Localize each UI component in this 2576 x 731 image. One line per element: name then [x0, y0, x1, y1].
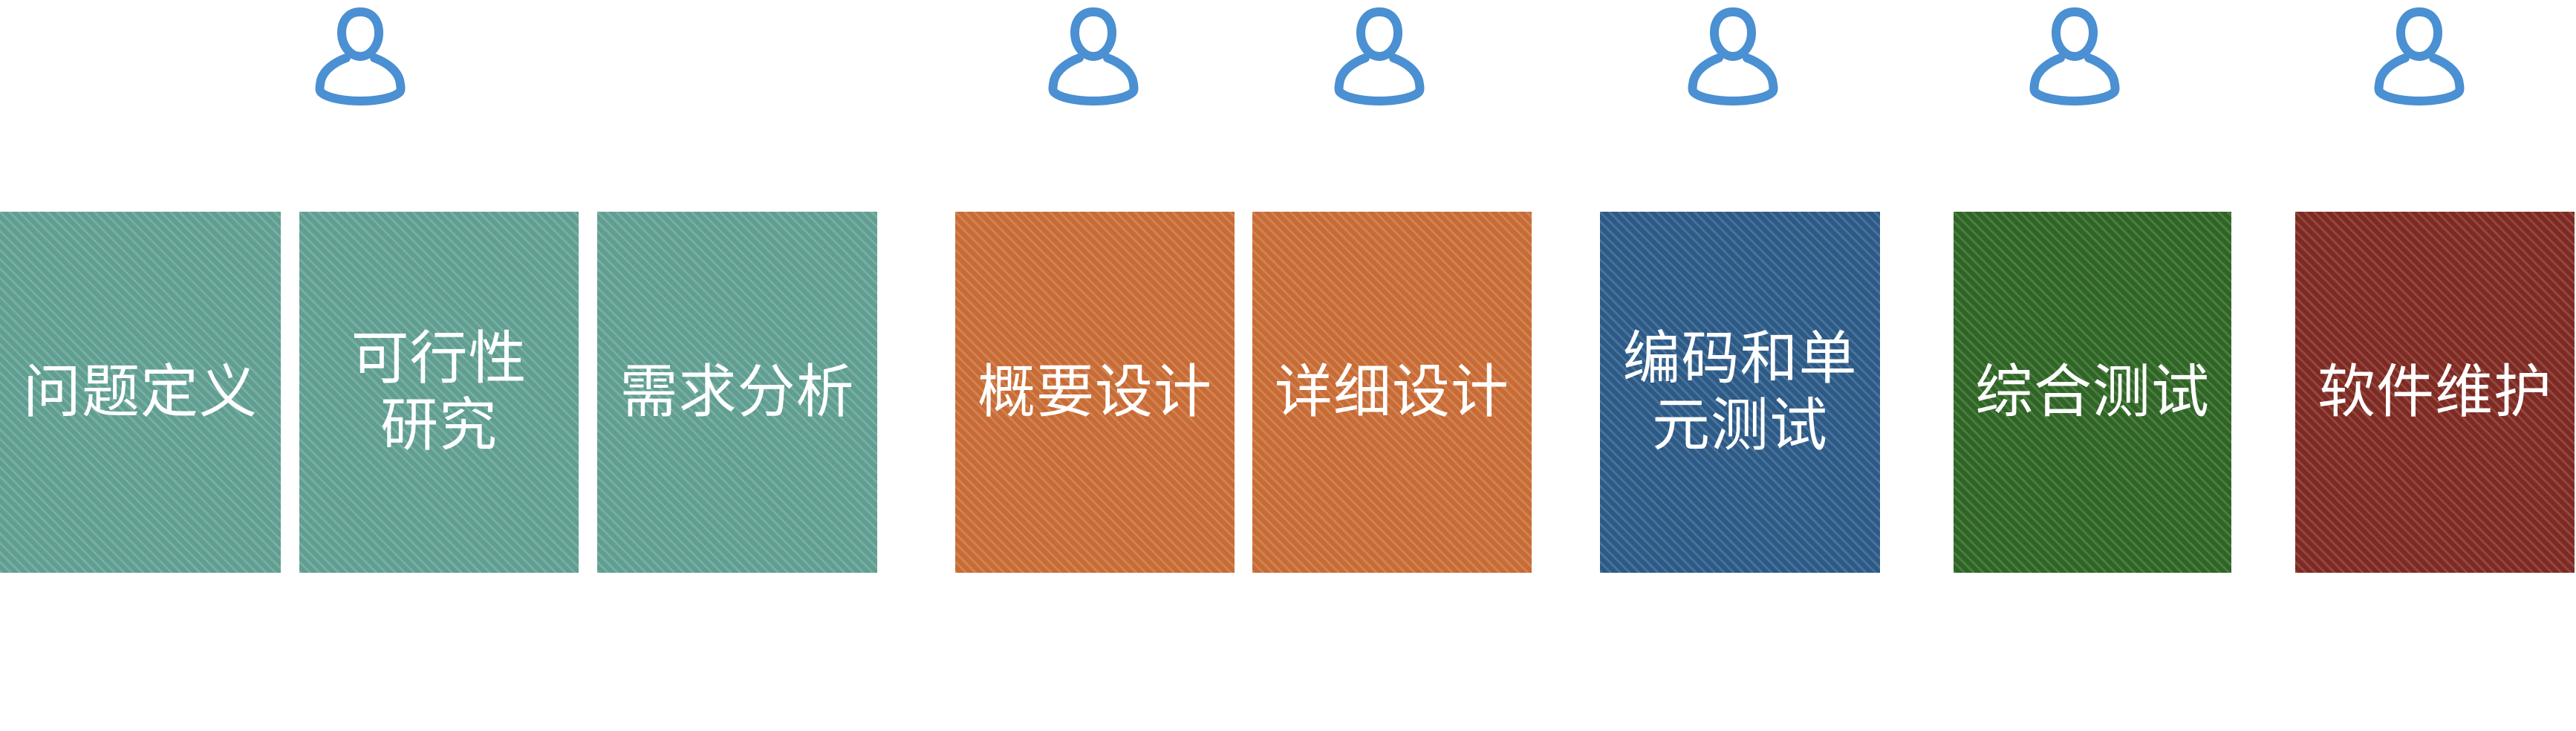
- stage-label: 可行性研究: [351, 325, 527, 459]
- stage-requirements-analysis: 需求分析: [597, 212, 877, 573]
- stage-label: 综合测试: [1974, 359, 2210, 426]
- stage-high-level-design: 概要设计: [955, 212, 1235, 573]
- stage-problem-definition: 问题定义: [0, 212, 281, 573]
- stage-integration-testing: 综合测试: [1954, 212, 2231, 573]
- person-icon: [1331, 3, 1428, 105]
- person-icon: [2371, 3, 2468, 105]
- stage-label: 编码和单元测试: [1622, 325, 1858, 459]
- stage-label: 问题定义: [22, 359, 258, 426]
- stage-coding-unit-testing: 编码和单元测试: [1600, 212, 1880, 573]
- stage-feasibility-study: 可行性研究: [299, 212, 579, 573]
- stage-label: 软件维护: [2317, 359, 2552, 426]
- person-icon: [2026, 3, 2123, 105]
- stage-software-maintenance: 软件维护: [2295, 212, 2575, 573]
- person-icon: [1045, 3, 1142, 105]
- stage-detailed-design: 详细设计: [1252, 212, 1532, 573]
- stage-label: 概要设计: [977, 359, 1212, 426]
- person-icon: [1685, 3, 1781, 105]
- person-icon: [312, 3, 409, 105]
- stage-label: 详细设计: [1274, 359, 1509, 426]
- stage-label: 需求分析: [619, 359, 855, 426]
